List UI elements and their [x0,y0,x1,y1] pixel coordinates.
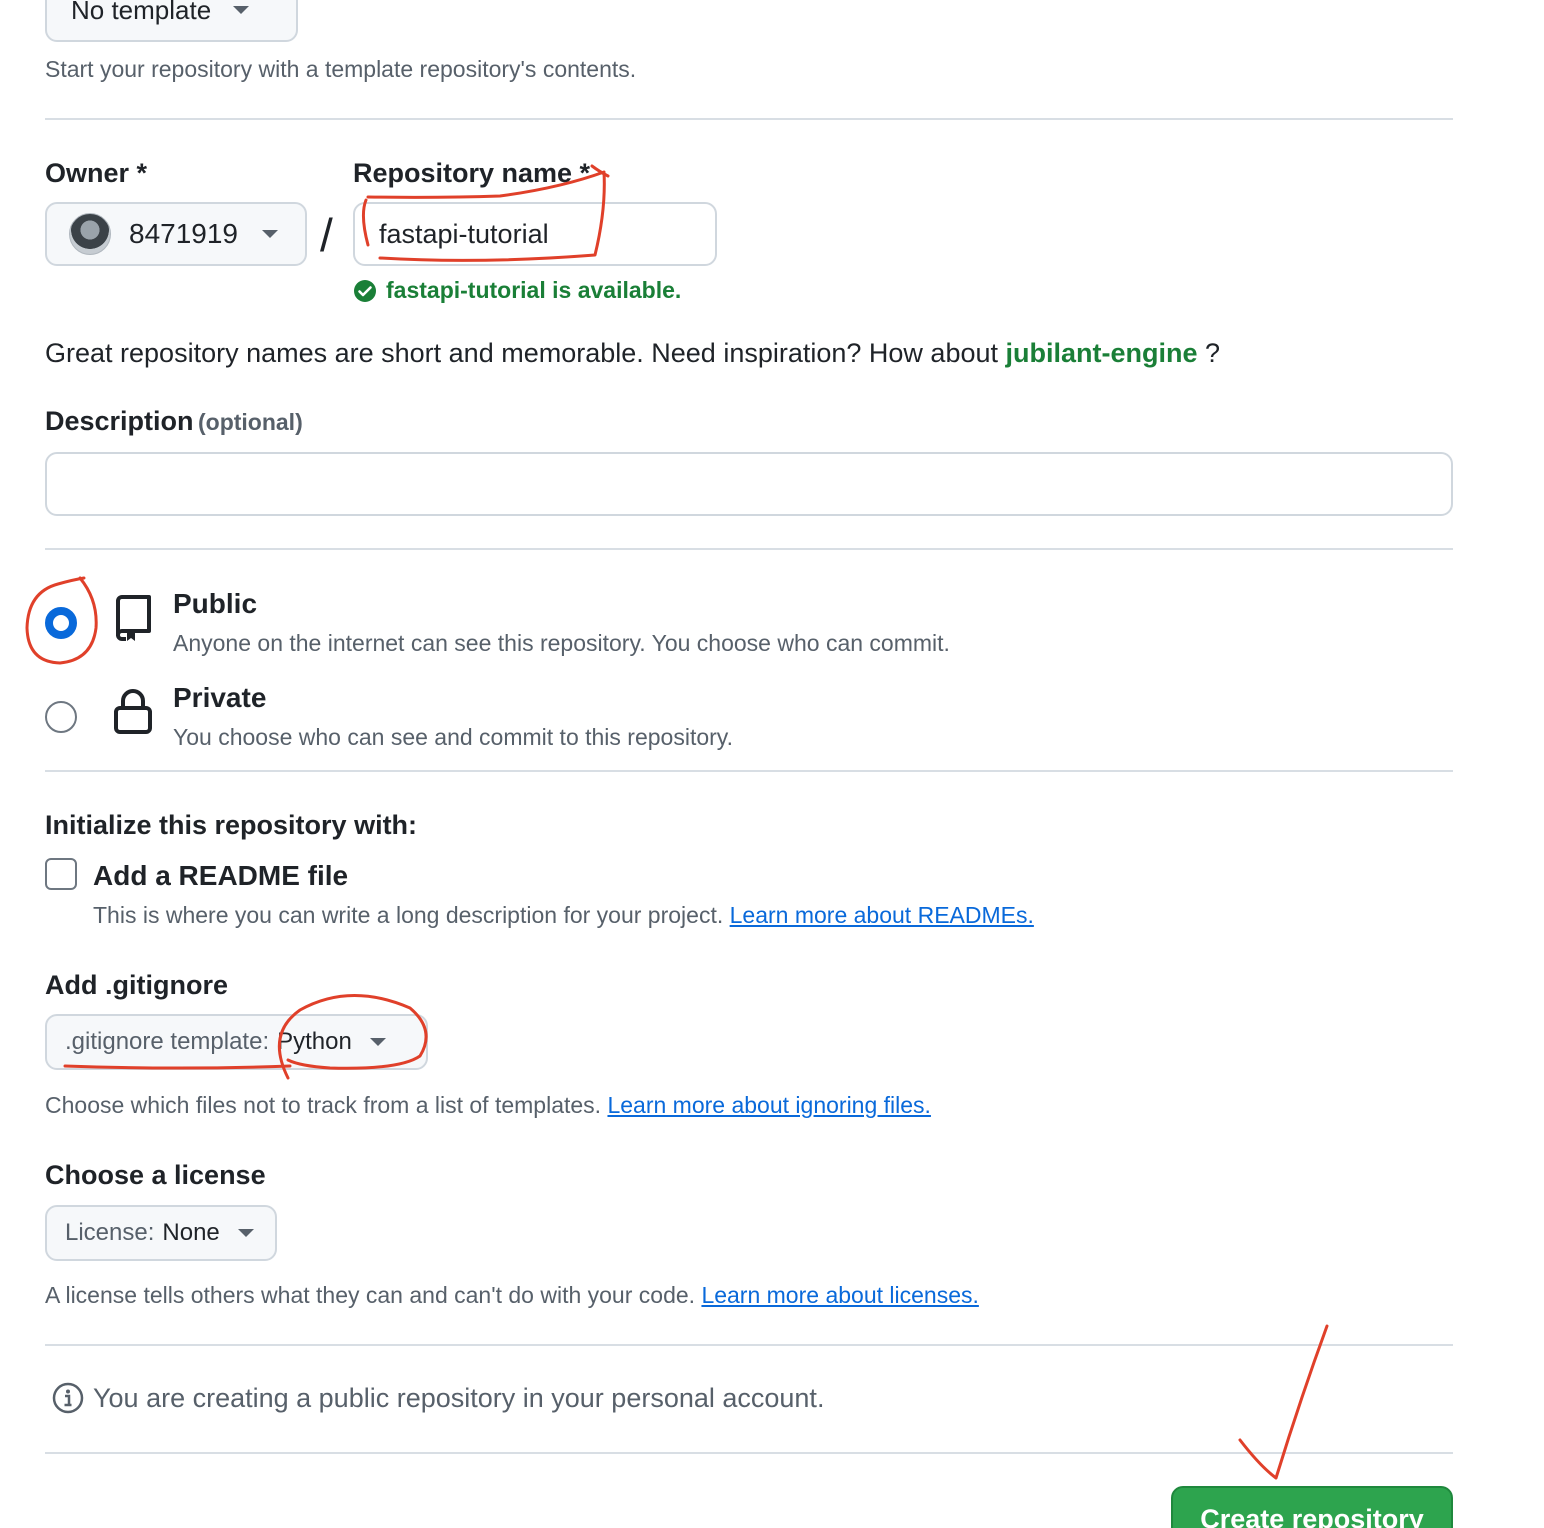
divider [45,548,1453,550]
license-help: A license tells others what they can and… [45,1282,696,1308]
availability-text: fastapi-tutorial is available. [386,277,682,303]
info-icon [52,1382,84,1414]
lock-icon [114,689,152,734]
template-dropdown[interactable]: No template [45,0,298,42]
description-optional: (optional) [197,409,303,435]
readme-desc: This is where you can write a long descr… [93,902,724,928]
private-desc: You choose who can see and commit to thi… [173,724,733,750]
repo-icon [116,595,151,641]
public-desc: Anyone on the internet can see this repo… [173,630,950,656]
readme-checkbox[interactable] [45,858,77,890]
gitignore-dropdown[interactable]: .gitignore template: Python [45,1014,428,1070]
license-value: None [162,1219,220,1246]
description-input[interactable] [45,452,1453,516]
gitignore-heading: Add .gitignore [45,970,228,1000]
availability-message: fastapi-tutorial is available. [353,277,681,304]
repo-name-label: Repository name * [353,158,591,188]
owner-dropdown[interactable]: 8471919 [45,202,307,266]
inspiration-text: Great repository names are short and mem… [45,338,998,368]
repo-name-input[interactable] [353,202,717,266]
license-dropdown[interactable]: License: None [45,1205,277,1261]
description-label-row: Description (optional) [45,406,303,437]
public-notice: You are creating a public repository in … [52,1382,824,1414]
owner-label: Owner * [45,158,148,188]
template-dropdown-label: No template [71,0,212,25]
gitignore-prefix: .gitignore template: [65,1028,270,1055]
description-label: Description [45,406,194,436]
annotation-checkmark [1238,1324,1329,1480]
caret-down-icon [262,230,279,238]
divider [45,1344,1453,1346]
gitignore-value: Python [277,1028,352,1055]
check-circle-icon [354,279,376,302]
license-help-row: A license tells others what they can and… [45,1282,979,1309]
license-prefix: License: [65,1219,155,1246]
owner-repo-separator: / [320,209,333,261]
public-title: Public [173,588,258,619]
readme-learn-more-link[interactable]: Learn more about READMEs. [730,902,1034,928]
gitignore-learn-more-link[interactable]: Learn more about ignoring files. [607,1092,930,1118]
divider [45,118,1453,120]
divider [45,770,1453,772]
inspiration-line: Great repository names are short and mem… [45,338,1220,369]
inspiration-suffix: ? [1205,338,1221,368]
private-radio[interactable] [45,701,77,733]
owner-value: 8471919 [129,218,239,249]
private-title: Private [173,682,267,713]
divider [45,1452,1453,1454]
template-help: Start your repository with a template re… [45,56,637,82]
caret-down-icon [369,1038,386,1046]
public-radio[interactable] [45,607,77,639]
avatar [69,213,111,255]
gitignore-help-row: Choose which files not to track from a l… [45,1092,931,1119]
inspiration-suggestion[interactable]: jubilant-engine [1006,338,1198,368]
caret-down-icon [233,6,250,14]
create-repository-label: Create repository [1200,1504,1424,1528]
license-learn-more-link[interactable]: Learn more about licenses. [701,1282,978,1308]
initialize-heading: Initialize this repository with: [45,810,418,840]
license-heading: Choose a license [45,1160,266,1190]
caret-down-icon [237,1229,254,1237]
readme-desc-row: This is where you can write a long descr… [93,902,1034,929]
public-notice-text: You are creating a public repository in … [93,1382,825,1413]
readme-title: Add a README file [93,860,349,891]
gitignore-help: Choose which files not to track from a l… [45,1092,602,1118]
create-repository-button[interactable]: Create repository [1171,1486,1453,1528]
